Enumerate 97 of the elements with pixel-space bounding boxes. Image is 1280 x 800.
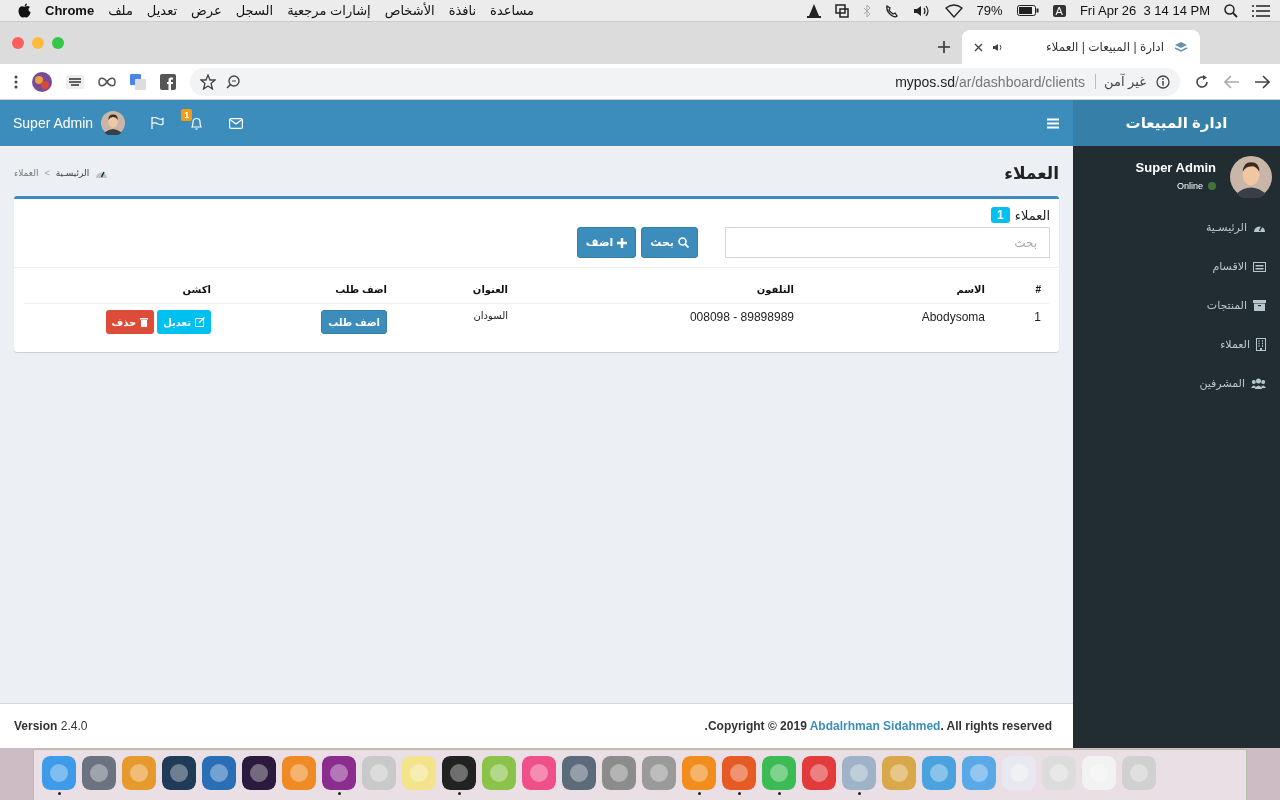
table-cell: Abodysoma <box>921 310 985 324</box>
apple-icon <box>18 3 31 18</box>
menu-item[interactable]: الأشخاص <box>384 3 435 18</box>
breadcrumb-separator: > <box>44 168 50 178</box>
search-field[interactable]: بحث <box>725 227 1050 258</box>
volume-icon <box>912 3 931 18</box>
column-header: اضف طلب <box>335 284 387 295</box>
new-tab-icon <box>938 41 950 53</box>
search-button[interactable]: بحث <box>641 227 698 258</box>
profile-icon <box>32 71 52 92</box>
close-icon <box>974 42 983 52</box>
tab-title: ادارة | المبيعات | العملاء <box>1044 40 1164 54</box>
envelope-icon <box>229 117 244 129</box>
sidebar-item[interactable]: الاقسام <box>1073 247 1280 286</box>
column-header: العنوان <box>472 284 508 295</box>
column-header: التلفون <box>756 284 794 295</box>
version-text: Version 2.4.0 <box>14 719 88 733</box>
brand-title: ادارة المبيعات <box>1073 100 1280 146</box>
input-source[interactable]: A <box>1052 4 1066 17</box>
edit-icon <box>195 317 205 327</box>
menu-item[interactable]: مساعدة <box>490 3 535 18</box>
extension-icon <box>66 74 84 89</box>
facebook-icon <box>160 73 176 90</box>
traffic-cone-icon <box>806 3 821 18</box>
menu-item[interactable]: نافذة <box>448 3 477 18</box>
more-icon <box>14 74 18 89</box>
translate-icon <box>130 73 146 90</box>
minimize-window-button[interactable] <box>32 37 44 49</box>
avatar <box>1230 156 1272 198</box>
clock[interactable]: Fri Apr 26 3 14 14 PM <box>1079 3 1210 18</box>
add-order-button[interactable]: اضف طلب <box>321 310 387 334</box>
menu-item[interactable]: السجل <box>235 3 274 18</box>
menu-item[interactable]: إشارات مرجعية <box>287 3 371 18</box>
close-window-button[interactable] <box>12 37 24 49</box>
trash-icon <box>140 317 149 327</box>
app-icon[interactable] <box>322 755 356 790</box>
column-header: اكشن <box>182 284 211 295</box>
page-title: العملاء <box>1004 162 1059 184</box>
bell-icon <box>190 116 204 130</box>
plus-icon <box>617 237 628 248</box>
delete-button[interactable]: حذف <box>105 310 155 334</box>
bluetooth-icon <box>862 3 871 18</box>
app-icon[interactable] <box>242 755 276 790</box>
menu-item[interactable]: ملف <box>108 3 133 18</box>
app-icon[interactable] <box>442 755 476 790</box>
status-dot <box>1208 182 1216 190</box>
url-text: mypos.sd/ar/dashboard/clients <box>895 73 1085 90</box>
panel-title: العملاء <box>1014 207 1050 223</box>
display-icon <box>834 3 849 18</box>
archive-icon <box>1253 300 1266 311</box>
star-icon <box>200 73 216 90</box>
count-badge: 1 <box>991 207 1010 223</box>
table-cell: 008098 - 89898989 <box>689 310 794 324</box>
building-icon <box>1256 338 1266 351</box>
reload-icon <box>1194 73 1210 90</box>
speaker-icon <box>993 42 1003 52</box>
phone-icon <box>884 3 899 18</box>
add-button[interactable]: اضف <box>576 227 637 258</box>
flag-icon <box>151 117 165 129</box>
sidebar-item[interactable]: الرئيسـية <box>1073 208 1280 247</box>
keyboard-icon <box>1253 261 1266 272</box>
menu-item[interactable]: تعديل <box>146 3 178 18</box>
user-status: Online <box>1177 181 1203 191</box>
user-menu[interactable]: Super Admin <box>13 111 126 135</box>
notification-count: 1 <box>181 108 193 121</box>
zoom-icon <box>226 74 240 89</box>
back-icon <box>1224 74 1240 89</box>
sidebar-item[interactable]: المشرفين <box>1073 364 1280 403</box>
sidebar-item[interactable]: العملاء <box>1073 325 1280 364</box>
app-menu[interactable]: Chrome <box>45 3 95 18</box>
app-icon[interactable] <box>162 755 196 790</box>
security-label: غير آمن <box>1095 74 1146 89</box>
avatar <box>101 111 126 135</box>
menu-item[interactable]: عرض <box>191 3 222 18</box>
infinity-icon <box>98 76 116 87</box>
menu-icon <box>1047 117 1059 129</box>
breadcrumb-current: العملاء <box>14 168 39 178</box>
search-icon <box>678 237 689 248</box>
forward-icon <box>1254 74 1270 89</box>
site-icon <box>1174 41 1188 53</box>
sidebar-item[interactable]: المنتجات <box>1073 286 1280 325</box>
column-header: # <box>1035 284 1041 295</box>
column-header: الاسم <box>956 284 985 295</box>
breadcrumb-link[interactable]: الرئيسـية <box>55 168 90 178</box>
info-icon <box>1156 74 1170 89</box>
user-name: Super Admin <box>1135 160 1216 175</box>
search-icon <box>1224 3 1238 18</box>
battery-icon <box>1016 5 1039 16</box>
copyright-text: .Copyright © 2019 Abdalrhman Sidahmed. All rights reserved <box>704 719 1052 733</box>
zoom-window-button[interactable] <box>52 37 64 49</box>
battery-percent: 79% <box>976 3 1003 18</box>
users-icon <box>1251 378 1266 389</box>
table-cell: 1 <box>1034 310 1041 324</box>
list-icon <box>1252 4 1270 17</box>
wifi-icon <box>944 3 963 18</box>
browser-tab[interactable]: ادارة | المبيعات | العملاء <box>962 30 1200 64</box>
table-cell: السودان <box>473 310 508 321</box>
